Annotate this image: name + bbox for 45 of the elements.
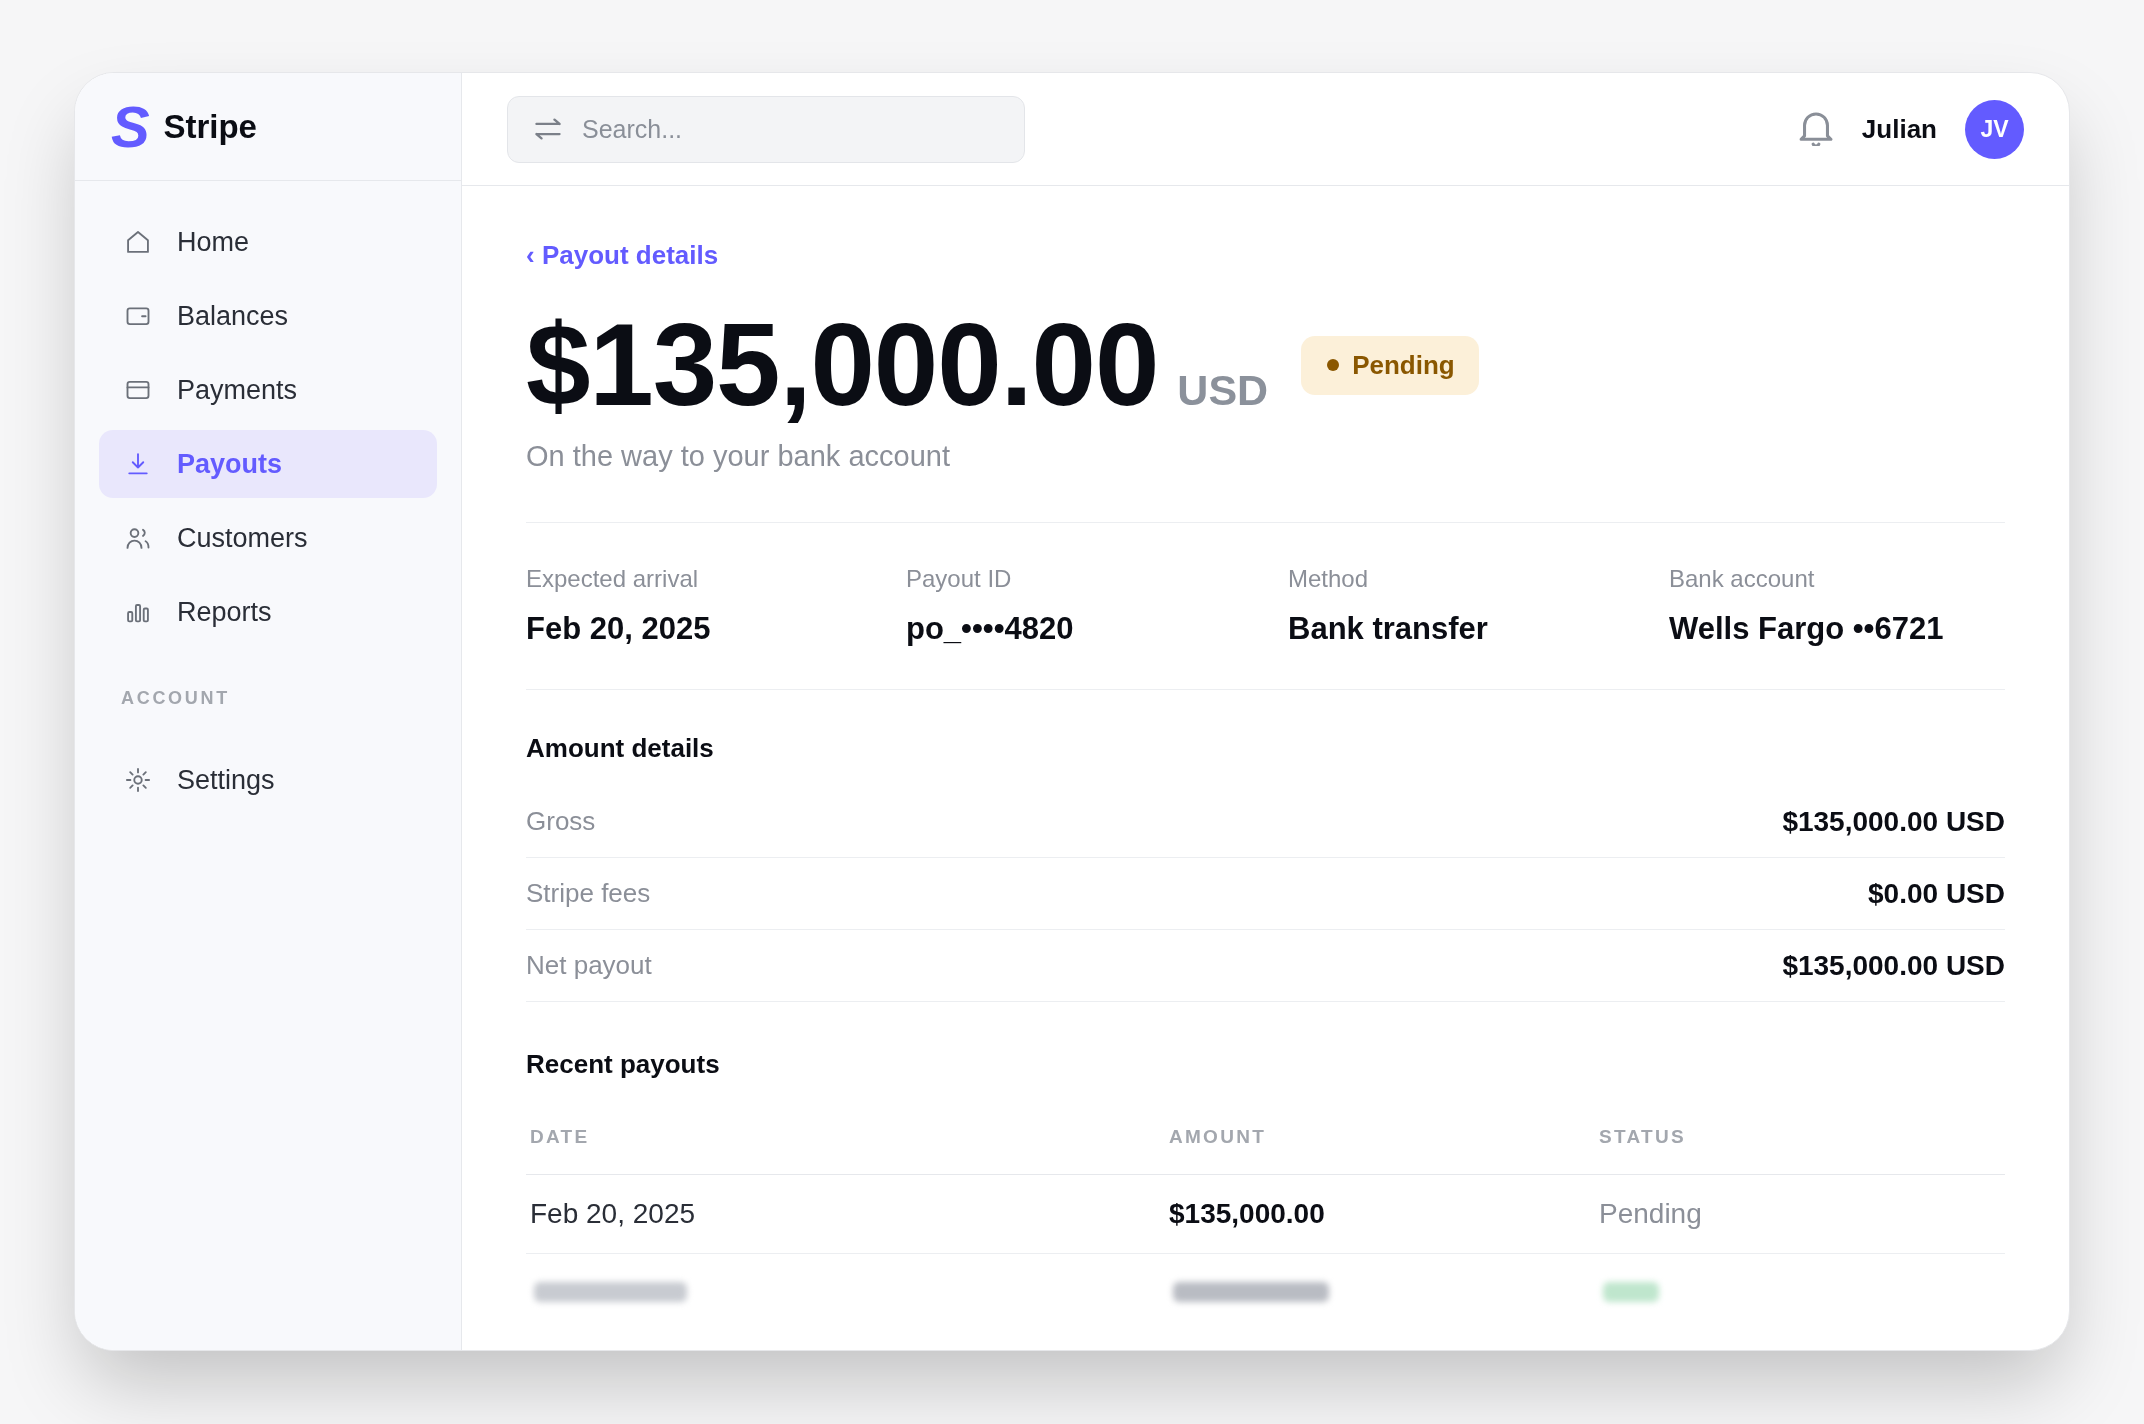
nav-item[interactable]: Payments [99,356,437,424]
home-icon [124,228,152,256]
payout-amount: $135,000.00 [526,307,1159,423]
brand-name: Stripe [163,106,257,147]
nav-item[interactable]: Settings [99,746,437,814]
fact-value: Bank transfer [1288,610,1488,648]
section-title: Recent payouts [526,1048,720,1081]
table-cell: Pending [1599,1198,1702,1229]
fact-value: Feb 20, 2025 [526,610,711,648]
section-title: Amount details [526,732,714,765]
status-label: Pending [1352,348,1455,382]
detail-value: $0.00 USD [1868,876,2005,911]
nav-item[interactable]: Customers [99,504,437,572]
detail-label: Gross [526,805,596,838]
column-header: DATE [530,1126,590,1148]
bell-icon [1798,112,1833,146]
detail-value: $135,000.00 USD [1782,948,2005,983]
detail-label: Stripe fees [526,877,651,910]
payout-subtitle: On the way to your bank account [526,440,950,472]
nav-item[interactable]: Reports [99,578,437,646]
logo-mark: S [111,97,148,156]
search-field[interactable]: Search... [507,95,1025,163]
section-heading: ACCOUNT [121,687,230,709]
swap-arrows-icon [535,115,561,142]
nav-item[interactable]: Balances [99,282,437,350]
detail-label: Net payout [526,949,652,982]
fact-label: Expected arrival [526,564,699,594]
nav-item[interactable]: Payouts [99,430,437,498]
table-cell: $135,000.00 [1169,1198,1325,1229]
nav-item[interactable]: Home [99,208,437,276]
notifications-button[interactable] [1798,112,1833,146]
column-header: AMOUNT [1169,1126,1267,1148]
back-link[interactable]: ‹ Payout details [526,237,719,273]
column-header: STATUS [1599,1126,1686,1148]
fact-label: Method [1288,564,1369,594]
user-name: Julian [1861,112,1937,146]
fact-value: Wells Fargo ••6721 [1669,610,1944,648]
currency-code: USD [1177,369,1269,412]
fact-label: Bank account [1669,564,1815,594]
detail-value: $135,000.00 USD [1782,804,2005,839]
fact-value: po_••••4820 [906,610,1074,648]
user-avatar[interactable]: JV [1965,99,2024,159]
fact-label: Payout ID [906,564,1012,594]
table-cell: Feb 20, 2025 [530,1198,696,1229]
settings-icon [124,766,152,794]
